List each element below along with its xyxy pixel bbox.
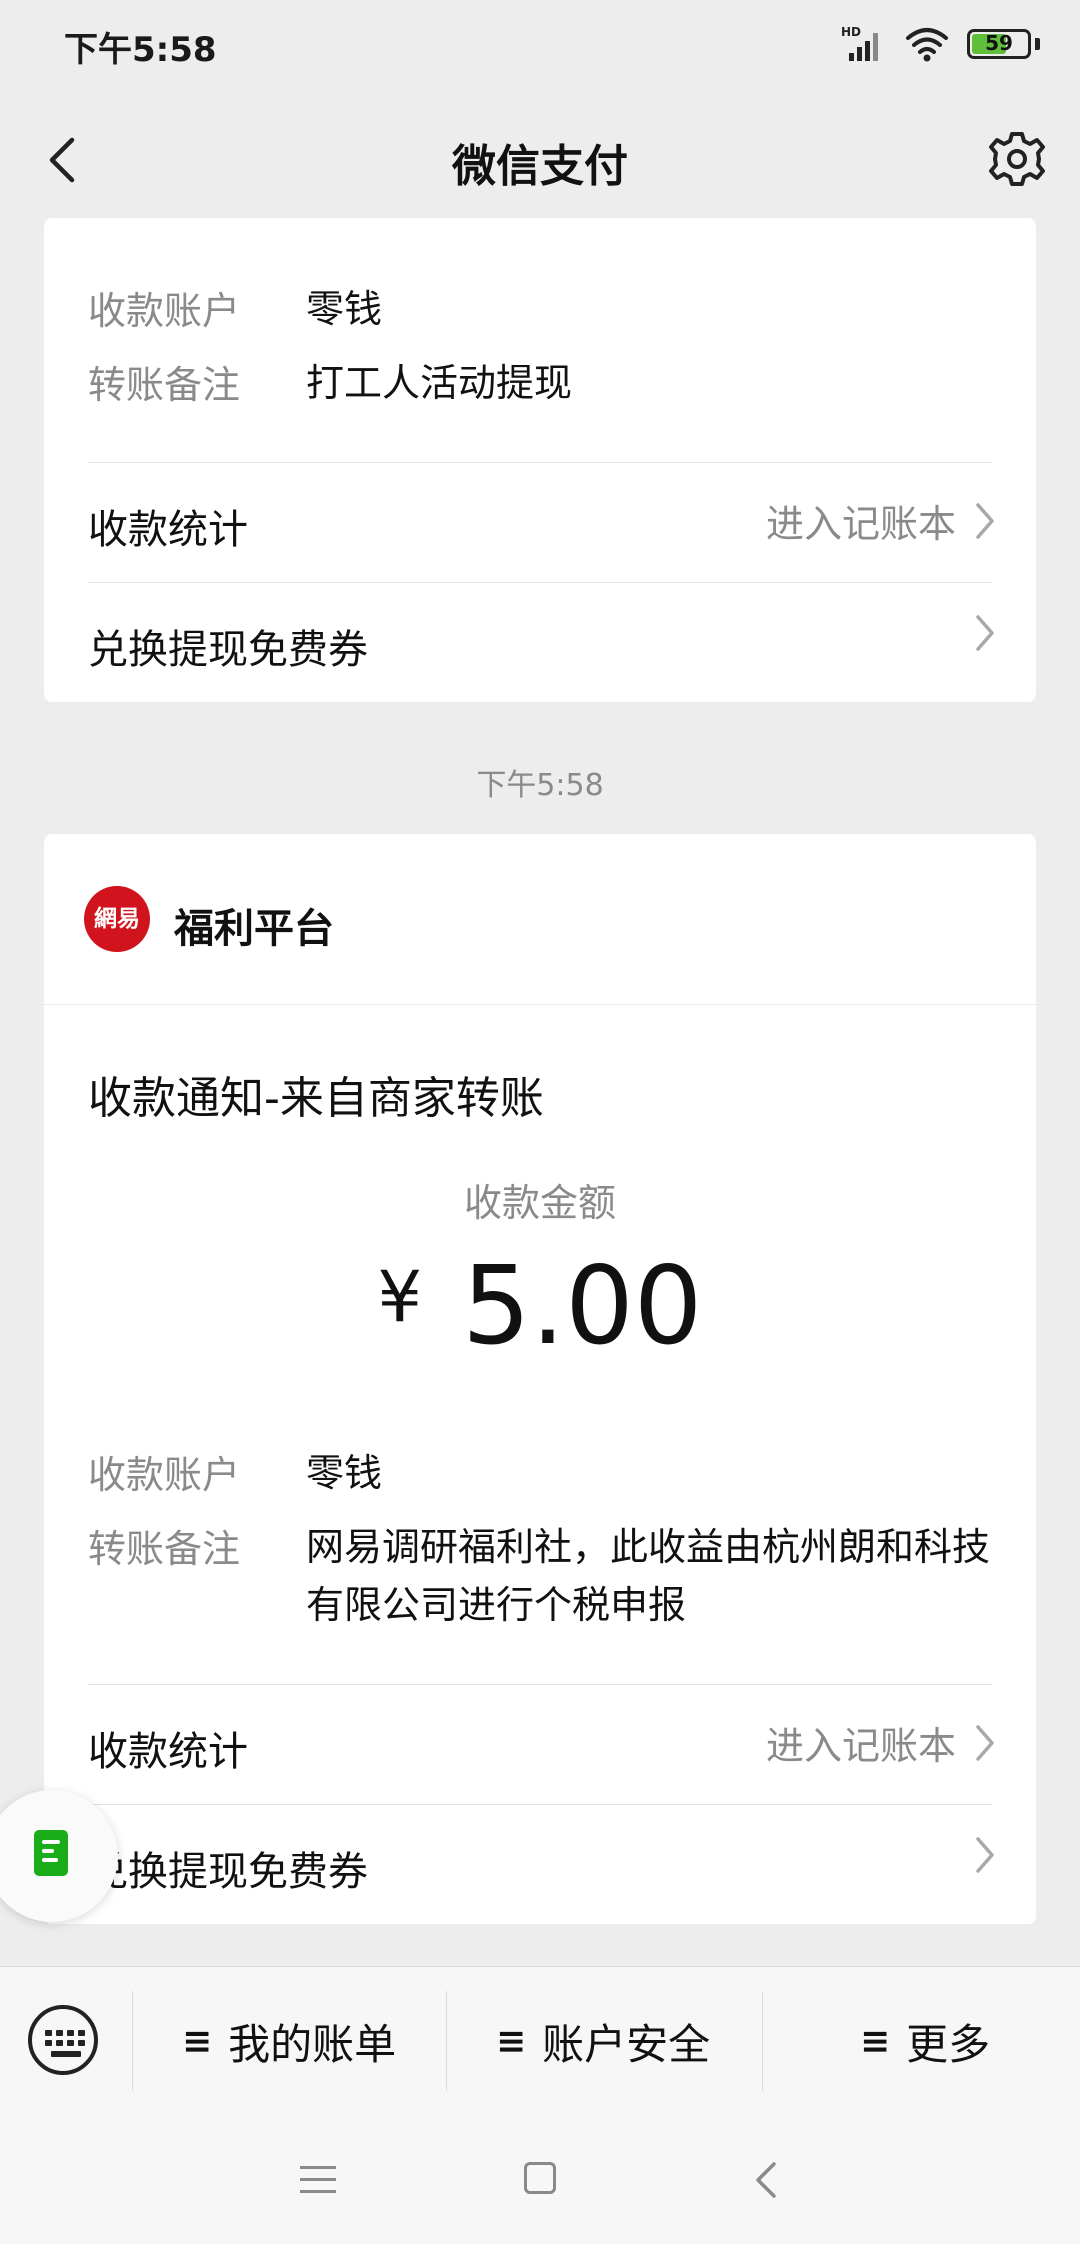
merchant-header[interactable]: 網易 福利平台 [44,834,1036,1005]
note-row: 转账备注 打工人活动提现 [88,354,996,412]
account-value: 零钱 [306,1451,383,1495]
menu-label: 更多 [906,2020,991,2069]
coupon-label: 兑换提现免费券 [88,1849,368,1895]
system-nav-bar [0,2114,1080,2244]
chevron-right-icon [976,615,994,651]
chevron-right-icon [976,502,994,539]
note-label: 转账备注 [88,1527,241,1571]
amount-label: 收款金额 [463,1181,616,1225]
cellular-signal-icon: HD [841,25,878,61]
menu-account-security[interactable]: ≡ 账户安全 [496,2011,710,2072]
stats-label: 收款统计 [88,1729,248,1775]
account-value: 零钱 [306,287,383,331]
battery-icon: 59 [967,29,1031,59]
chevron-right-icon [976,1724,994,1761]
wifi-icon [906,28,948,62]
coupon-row[interactable]: 兑换提现免费券 [44,583,1036,693]
battery-level: 59 [985,31,1013,55]
merchant-name: 福利平台 [174,906,334,952]
menu-label: 账户安全 [542,2020,711,2069]
coupon-label: 兑换提现免费券 [88,627,368,673]
bottom-menu: ≡ 我的账单 ≡ 账户安全 ≡ 更多 [0,1966,1080,2115]
note-value: 网易调研福利社，此收益由杭州朗和科技有限公司进行个税申报 [306,1525,991,1627]
account-label: 收款账户 [88,1453,241,1497]
message-timestamp: 下午5:58 [476,768,604,803]
keyboard-icon[interactable] [28,2005,98,2075]
note-label: 转账备注 [88,363,241,407]
coupon-row[interactable]: 兑换提现免费券 [44,1805,1036,1915]
account-row: 收款账户 零钱 [88,1444,996,1502]
note-row: 转账备注 网易调研福利社，此收益由杭州朗和科技有限公司进行个税申报 [88,1518,996,1634]
payment-notice-card: 網易 福利平台 收款通知-来自商家转账 收款金额 ¥5.00 收款账户 零钱 转… [44,834,1036,1924]
amount-display: ¥5.00 [44,1244,1036,1369]
menu-my-bills[interactable]: ≡ 我的账单 [182,2011,396,2072]
ledger-link[interactable]: 进入记账本 [766,1715,956,1770]
status-bar: 下午5:58 HD 59 [0,0,1080,90]
page-title: 微信支付 [452,141,628,192]
notice-title: 收款通知-来自商家转账 [88,1073,544,1124]
menu-lines-icon: ≡ [860,2021,891,2062]
previous-transfer-card: 收款账户 零钱 转账备注 打工人活动提现 收款统计 进入记账本 兑换提现免费券 [44,218,1036,702]
menu-more[interactable]: ≡ 更多 [860,2011,990,2072]
menu-label: 我的账单 [228,2020,397,2069]
status-icons: HD 59 [841,24,1040,64]
stats-row[interactable]: 收款统计 进入记账本 [44,1685,1036,1795]
home-icon[interactable] [524,2162,556,2194]
network-type-label: HD [841,25,861,39]
currency-symbol: ¥ [377,1256,423,1338]
back-nav-icon[interactable] [752,2160,780,2200]
amount-value: 5.00 [462,1244,703,1369]
recent-apps-icon[interactable] [300,2164,336,2196]
status-time: 下午5:58 [64,30,217,70]
gear-icon[interactable] [982,124,1052,194]
header: 微信支付 [0,110,1080,210]
account-label: 收款账户 [88,289,241,333]
chevron-right-icon [976,1837,994,1873]
stats-label: 收款统计 [88,507,248,553]
note-value: 打工人活动提现 [306,361,573,405]
ledger-link[interactable]: 进入记账本 [766,493,956,548]
menu-lines-icon: ≡ [182,2021,213,2062]
menu-lines-icon: ≡ [496,2021,527,2062]
stats-row[interactable]: 收款统计 进入记账本 [44,463,1036,573]
document-icon [34,1830,68,1876]
netease-logo: 網易 [84,886,150,952]
account-row: 收款账户 零钱 [88,280,996,338]
